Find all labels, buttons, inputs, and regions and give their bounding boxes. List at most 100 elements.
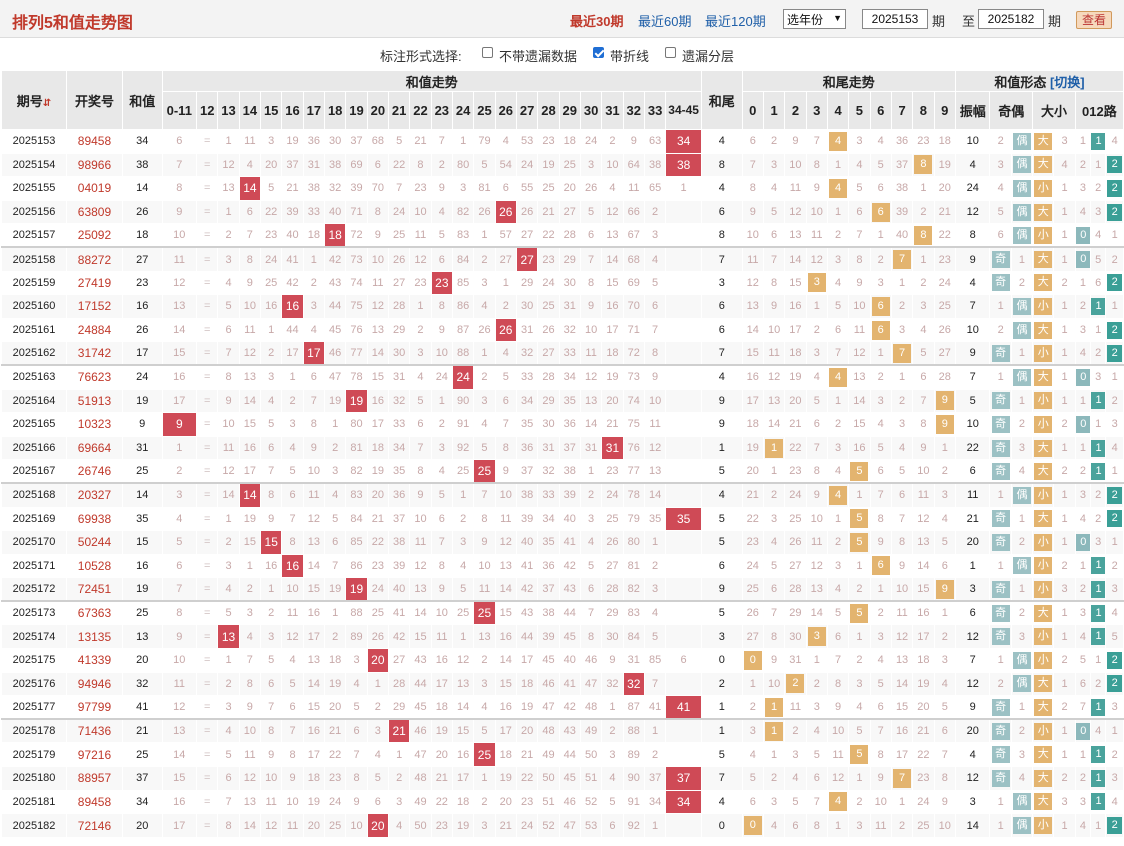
tail-miss-cell: 9 — [805, 176, 828, 201]
header-issue[interactable]: 期号⇵ — [0, 70, 68, 130]
sum-miss-cell: 24 — [430, 364, 453, 390]
to-issue-input[interactable] — [978, 9, 1044, 29]
sum-miss-cell: 3 — [161, 482, 198, 508]
tail-miss-cell: 16 — [848, 435, 871, 461]
range-link-120[interactable]: 最近120期 — [705, 11, 766, 30]
sum-miss-cell: 30 — [537, 412, 560, 437]
header-sum-col: 24 — [451, 91, 475, 130]
tail-miss-cell: 5 — [848, 176, 871, 201]
sum-miss-cell: 45 — [558, 766, 581, 791]
sort-icon[interactable]: ⇵ — [43, 98, 51, 109]
sum-miss-cell: 5 — [579, 199, 603, 225]
sum-miss-cell: 4 — [430, 199, 453, 225]
sum-miss-cell: 10 — [430, 600, 453, 626]
sum-miss-cell: 11 — [409, 530, 432, 555]
sum-miss-cell: 24 — [537, 270, 560, 296]
sum-cell: 34 — [121, 789, 163, 815]
sum-miss-cell: 9 — [238, 695, 262, 721]
amp-cell: 10 — [954, 317, 991, 343]
route-tag: 0 — [1076, 226, 1090, 244]
oddeven-tag: 偶 — [1012, 675, 1031, 693]
sum-miss-cell: 18 — [302, 223, 326, 249]
bigsmall-cell: 小 — [1032, 577, 1055, 603]
tail-miss-cell: 12 — [826, 766, 850, 791]
route-cell: 1 — [1090, 648, 1107, 673]
option-checkbox-layer[interactable] — [665, 47, 676, 58]
sum-miss-cell: 16 — [260, 553, 283, 579]
header-tail-col: 0 — [741, 91, 764, 130]
amp-cell: 3 — [954, 577, 991, 603]
sum-miss-cell: 10 — [238, 718, 262, 744]
sum-miss-cell: 54 — [494, 152, 517, 178]
tail-miss-cell: 1 — [848, 553, 871, 579]
tail-miss-cell: 11 — [869, 813, 892, 838]
bigsmall-cell: 1 — [1053, 506, 1076, 532]
sum-miss-cell: 7 — [260, 695, 283, 721]
tail-miss-cell: 1 — [805, 294, 828, 319]
sum-miss-cell: 23 — [366, 553, 390, 579]
sum-miss-cell: 37 — [537, 577, 560, 603]
tail-miss-cell: 16 — [890, 718, 914, 744]
tail-miss-cell: 27 — [933, 341, 956, 367]
route-cell: 1 — [1105, 294, 1124, 319]
bigsmall-tag: 大 — [1034, 769, 1053, 787]
sum-miss-cell: 85 — [643, 648, 667, 673]
issue-cell: 2025171 — [0, 553, 68, 579]
route-cell: 3 — [1074, 600, 1092, 626]
route-tag: 0 — [1076, 722, 1090, 740]
tail-miss-cell: 17 — [784, 317, 807, 343]
switch-link[interactable]: [切换] — [1050, 75, 1085, 90]
sum-miss-cell: 2 — [579, 482, 603, 508]
tail-miss-cell: 12 — [805, 246, 828, 272]
sum-miss-cell: 11 — [260, 789, 283, 815]
tail-miss-cell: 1 — [912, 176, 935, 201]
oddeven-cell: 奇 — [989, 742, 1012, 768]
tail-miss-cell: 25 — [741, 577, 764, 603]
route-cell: 1 — [1090, 577, 1107, 603]
route-cell: 5 — [1105, 624, 1124, 650]
sum-miss-cell: = — [196, 199, 219, 225]
option-checkbox-line[interactable] — [593, 47, 604, 58]
tail-miss-cell: 23 — [784, 459, 807, 485]
bigsmall-cell: 小 — [1032, 813, 1055, 838]
tail-miss-cell: 10 — [848, 294, 871, 319]
tail-miss-cell: 8 — [826, 671, 850, 697]
route-tag: 1 — [1091, 746, 1105, 764]
route-tag: 0 — [1076, 368, 1090, 386]
tail-miss-cell: 8 — [890, 530, 914, 555]
amp-cell: 8 — [954, 223, 991, 249]
year-select[interactable]: 选年份 ▼ — [783, 9, 846, 29]
sum-miss-cell: 87 — [451, 317, 475, 343]
sum-miss-cell: 42 — [324, 246, 347, 272]
sum-miss-cell: 3 — [451, 530, 475, 555]
sum-miss-cell: 12 — [366, 294, 390, 319]
sum-miss-cell: 71 — [345, 199, 368, 225]
route-cell: 1 — [1074, 388, 1092, 414]
sum-miss-cell: 44 — [558, 742, 581, 768]
tail-miss-cell: 36 — [890, 129, 914, 154]
tail-cell: 0 — [700, 813, 743, 838]
sum-miss-cell: 3 — [238, 600, 262, 626]
sum-miss-cell: 9 — [217, 388, 240, 414]
oddeven-cell: 偶 — [1010, 789, 1034, 815]
sum-miss-cell: 16 — [161, 364, 198, 390]
sum-miss-cell: 6 — [366, 152, 390, 178]
query-button[interactable]: 查看 — [1076, 11, 1112, 29]
from-issue-input[interactable] — [862, 9, 928, 29]
sum-miss-cell: 23 — [324, 766, 347, 791]
sum-cell: 34 — [121, 129, 163, 154]
tail-miss-cell: 3 — [762, 789, 786, 815]
sum-miss-cell: = — [196, 648, 219, 673]
sum-miss-cell: 4 — [217, 270, 240, 296]
sum-miss-cell: 19 — [324, 671, 347, 697]
range-link-60[interactable]: 最近60期 — [638, 11, 691, 30]
route-cell: 2 — [1074, 152, 1092, 178]
bigsmall-cell: 3 — [1053, 577, 1076, 603]
option-checkbox-no-miss[interactable] — [482, 47, 493, 58]
tail-miss-cell: 9 — [762, 648, 786, 673]
bigsmall-cell: 1 — [1053, 364, 1076, 390]
range-link-30[interactable]: 最近30期 — [570, 11, 623, 30]
sum-miss-cell: 10 — [302, 459, 326, 485]
sum-miss-cell: 3 — [260, 129, 283, 154]
sum-miss-cell: = — [196, 364, 219, 390]
